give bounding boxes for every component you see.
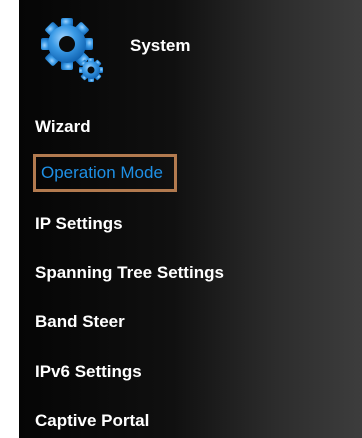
menu-item-ipv6-settings[interactable]: IPv6 Settings — [35, 357, 142, 387]
menu-item-wizard[interactable]: Wizard — [35, 112, 91, 142]
menu-item-spanning-tree-settings[interactable]: Spanning Tree Settings — [35, 258, 224, 288]
sidebar: System Wizard Operation Mode IP Settings… — [19, 0, 362, 438]
menu-item-captive-portal[interactable]: Captive Portal — [35, 406, 149, 436]
menu-item-band-steer[interactable]: Band Steer — [35, 307, 125, 337]
sidebar-menu: Wizard Operation Mode IP Settings Spanni… — [19, 0, 362, 438]
menu-item-operation-mode[interactable]: Operation Mode — [33, 154, 177, 192]
menu-item-ip-settings[interactable]: IP Settings — [35, 209, 123, 239]
page: System Wizard Operation Mode IP Settings… — [0, 0, 362, 438]
